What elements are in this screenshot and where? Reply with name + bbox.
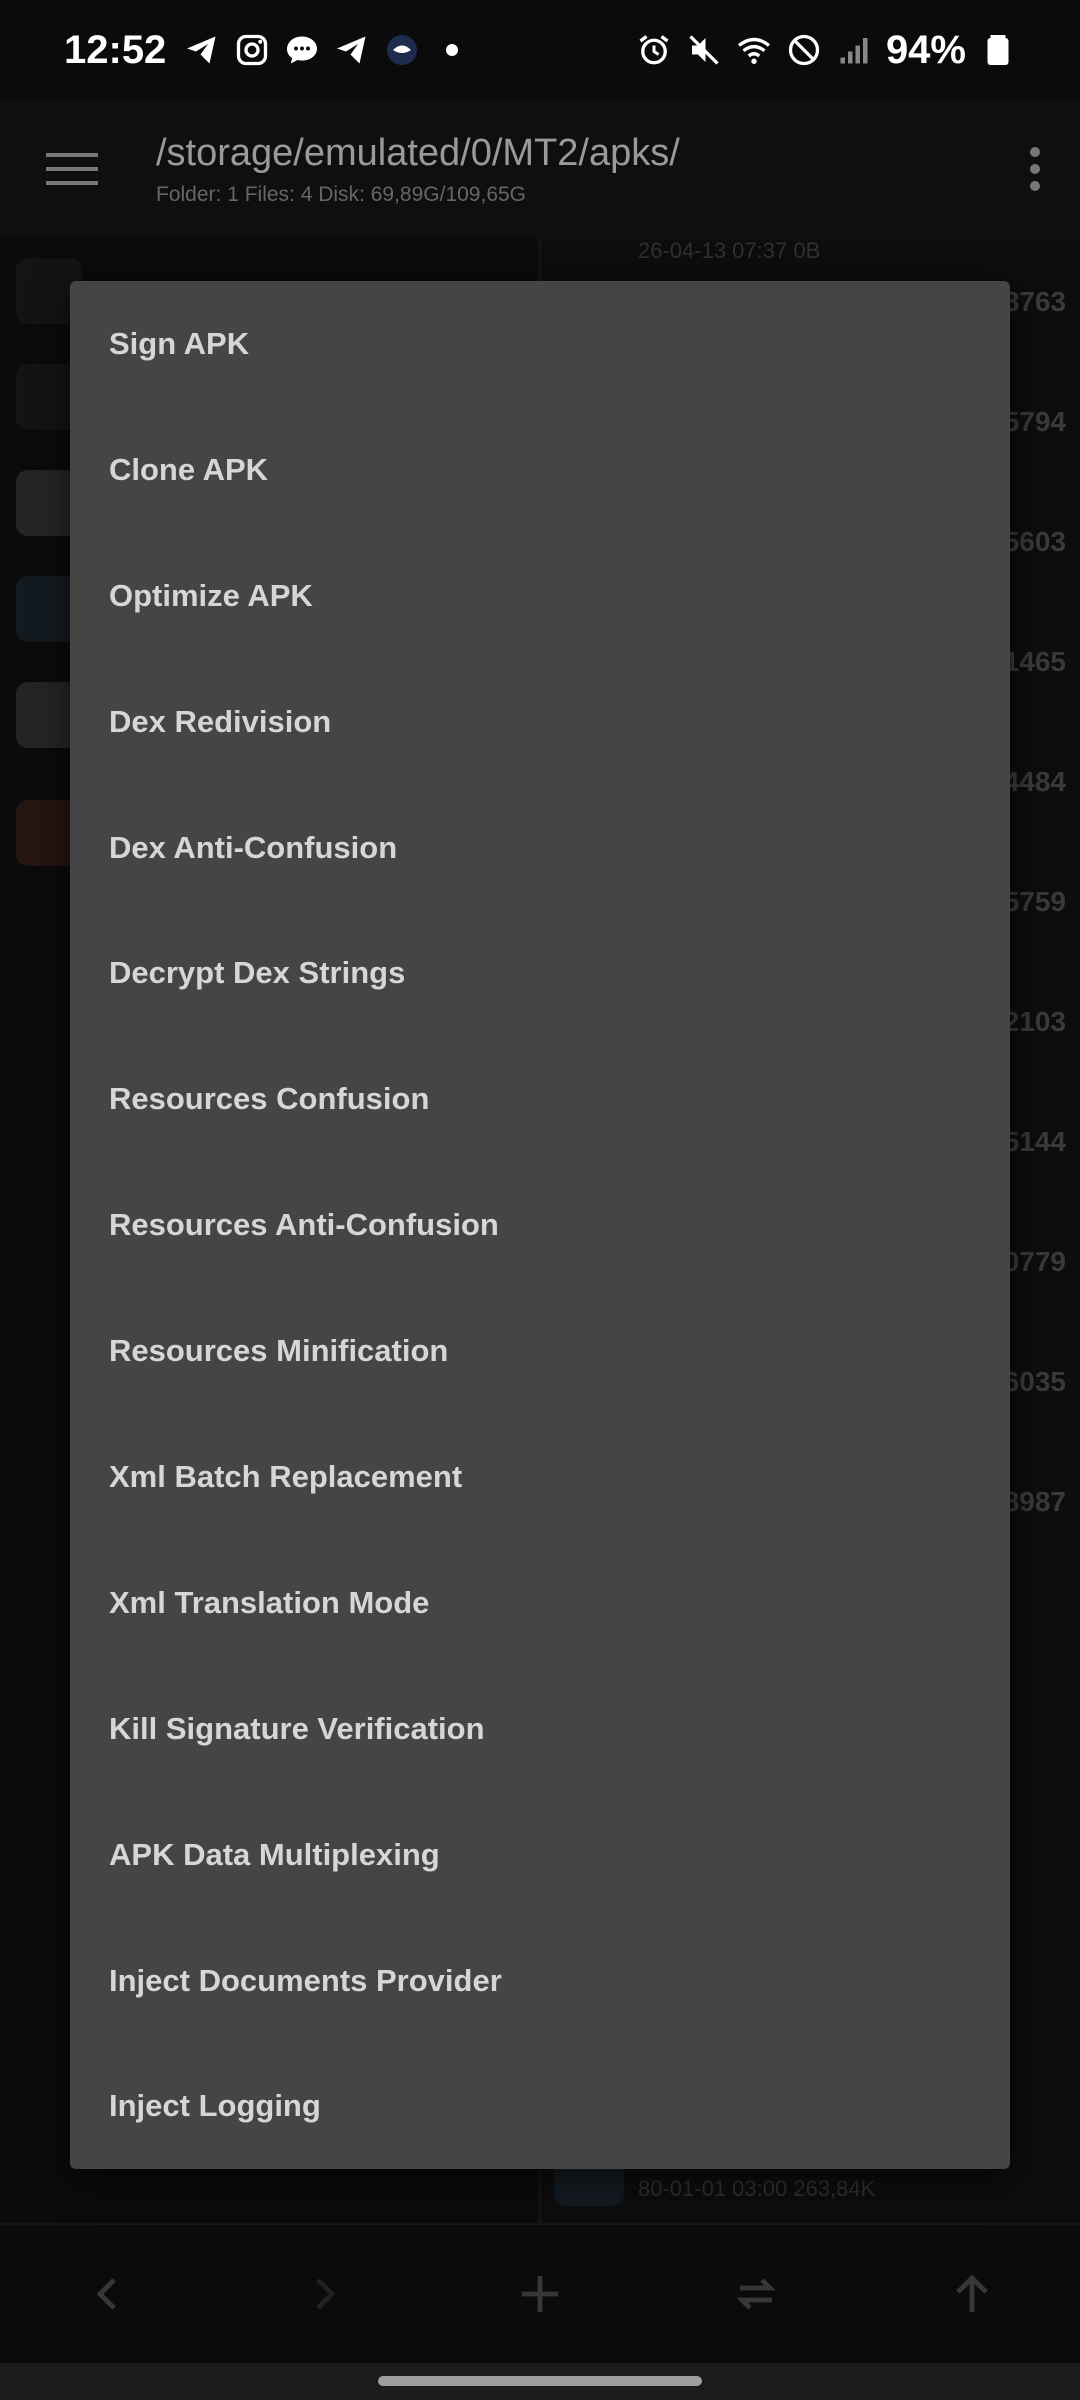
telegram-icon [334,32,370,68]
menu-item-resources-confusion[interactable]: Resources Confusion [70,1036,1010,1162]
apk-tools-menu: Sign APK Clone APK Optimize APK Dex Redi… [70,281,1010,2169]
menu-item-kill-signature-verification[interactable]: Kill Signature Verification [70,1666,1010,1792]
menu-item-xml-translation-mode[interactable]: Xml Translation Mode [70,1540,1010,1666]
folder-info: Folder: 1 Files: 4 Disk: 69,89G/109,65G [156,182,527,206]
menu-item-resources-anti-confusion[interactable]: Resources Anti-Confusion [70,1162,1010,1288]
menu-button[interactable] [0,100,144,238]
more-options-button[interactable] [990,100,1080,238]
gesture-nav-handle[interactable] [378,2376,702,2386]
notification-icons [184,32,470,68]
status-bar: 12:52 94% [0,0,1080,100]
menu-item-optimize-apk[interactable]: Optimize APK [70,533,1010,659]
battery-percent: 94% [885,27,966,72]
menu-item-dex-redivision[interactable]: Dex Redivision [70,659,1010,785]
path-block: /storage/emulated/0/MT2/apks/ Folder: 1 … [144,132,990,207]
menu-item-dex-anti-confusion[interactable]: Dex Anti-Confusion [70,785,1010,911]
signal-icon [836,32,872,68]
app-icon [384,32,420,68]
menu-item-apk-data-multiplexing[interactable]: APK Data Multiplexing [70,1792,1010,1918]
menu-item-inject-documents-provider[interactable]: Inject Documents Provider [70,1918,1010,2044]
current-path: /storage/emulated/0/MT2/apks/ [156,131,680,174]
alarm-icon [636,32,672,68]
hamburger-icon [46,153,98,185]
mute-icon [686,32,722,68]
menu-item-xml-batch-replacement[interactable]: Xml Batch Replacement [70,1414,1010,1540]
menu-item-clone-apk[interactable]: Clone APK [70,407,1010,533]
menu-item-decrypt-dex-strings[interactable]: Decrypt Dex Strings [70,910,1010,1036]
wifi-icon [736,32,772,68]
more-vert-icon [1030,147,1040,191]
battery-icon [980,32,1016,68]
screen: 12:52 94% /storage/emulated/0/MT2/apks/ … [0,0,1080,2400]
menu-item-resources-minification[interactable]: Resources Minification [70,1288,1010,1414]
toolbar: /storage/emulated/0/MT2/apks/ Folder: 1 … [0,100,1080,238]
telegram-icon [184,32,220,68]
menu-item-inject-logging[interactable]: Inject Logging [70,2043,1010,2169]
system-icons: 94% [636,28,1016,73]
menu-item-sign-apk[interactable]: Sign APK [70,281,1010,407]
instagram-icon [234,32,270,68]
messages-icon [284,32,320,68]
status-time: 12:52 [64,27,167,72]
dnd-icon [786,32,822,68]
dot-icon [434,32,470,68]
